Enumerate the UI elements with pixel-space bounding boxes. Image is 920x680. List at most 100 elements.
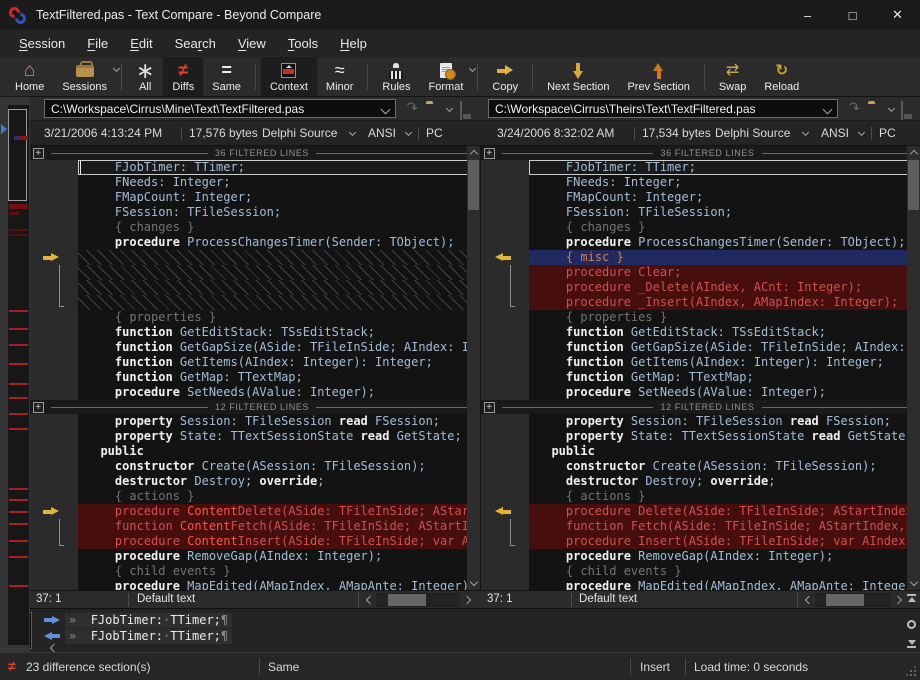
menu-session[interactable]: Session bbox=[8, 32, 76, 55]
context-button[interactable]: Context bbox=[261, 57, 317, 96]
right-vertical-scrollbar[interactable] bbox=[907, 146, 920, 590]
format-button[interactable]: Format bbox=[420, 57, 473, 96]
code-text[interactable]: { changes } bbox=[78, 220, 480, 235]
code-row[interactable]: property State: TTextSessionState read G… bbox=[30, 429, 480, 444]
code-row[interactable]: { misc } bbox=[481, 250, 920, 265]
right-scrollbar-thumb[interactable] bbox=[908, 160, 919, 210]
code-text[interactable] bbox=[78, 295, 480, 310]
scroll-up-button[interactable] bbox=[907, 146, 920, 159]
code-text[interactable]: FMapCount: Integer; bbox=[78, 190, 480, 205]
code-text[interactable]: public bbox=[78, 444, 480, 459]
sessions-button[interactable]: Sessions bbox=[53, 57, 116, 96]
code-row[interactable]: function Fetch(ASide: TFileInSide; AStar… bbox=[481, 519, 920, 534]
scroll-down-button[interactable] bbox=[907, 577, 920, 590]
code-text[interactable]: function GetMap: TTextMap; bbox=[529, 370, 920, 385]
code-text[interactable]: destructor Destroy; override; bbox=[529, 474, 920, 489]
code-text[interactable]: FSession: TFileSession; bbox=[529, 205, 920, 220]
expand-section-button[interactable]: + bbox=[484, 148, 495, 159]
chevron-down-icon[interactable] bbox=[405, 129, 412, 136]
overview-map[interactable] bbox=[8, 105, 29, 645]
code-text[interactable]: procedure MapEdited(AMapIndex, AMapAnte:… bbox=[529, 579, 920, 590]
code-text[interactable]: property State: TTextSessionState read G… bbox=[529, 429, 920, 444]
left-line-ending[interactable]: PC bbox=[426, 126, 443, 140]
chevron-down-icon[interactable] bbox=[469, 65, 476, 72]
right-editor-pane[interactable]: +36 FILTERED LINES FJobTimer: TTimer; FN… bbox=[480, 146, 920, 590]
center-current-button[interactable] bbox=[907, 616, 917, 626]
right-path-combo[interactable]: C:\Workspace\Cirrus\Theirs\Text\TextFilt… bbox=[488, 99, 838, 118]
code-row[interactable]: function GetItems(AIndex: Integer): Inte… bbox=[30, 355, 480, 370]
code-row[interactable]: { child events } bbox=[481, 564, 920, 579]
code-row[interactable]: procedure Clear; bbox=[481, 265, 920, 280]
code-row[interactable]: procedure ContentDelete(ASide: TFileInSi… bbox=[30, 504, 480, 519]
same-button[interactable]: =Same bbox=[203, 57, 250, 96]
right-open-from-other-icon[interactable]: ↷ bbox=[848, 99, 860, 117]
rules-button[interactable]: Rules bbox=[373, 57, 419, 96]
menu-tools[interactable]: Tools bbox=[277, 32, 329, 55]
right-format-select[interactable]: Delphi Source bbox=[715, 126, 790, 140]
code-text[interactable]: function GetEditStack: TSsEditStack; bbox=[529, 325, 920, 340]
section-arrow-left-icon[interactable] bbox=[494, 253, 511, 262]
code-row[interactable]: FNeeds: Integer; bbox=[481, 175, 920, 190]
code-row[interactable]: { actions } bbox=[30, 489, 480, 504]
code-row[interactable]: procedure ProcessChangesTimer(Sender: TO… bbox=[481, 235, 920, 250]
code-text[interactable]: procedure SetNeeds(AValue: Integer); bbox=[529, 385, 920, 400]
right-encoding-select[interactable]: ANSI bbox=[821, 126, 849, 140]
expand-section-button[interactable]: + bbox=[33, 148, 44, 159]
code-text[interactable] bbox=[78, 265, 480, 280]
code-text[interactable]: { actions } bbox=[78, 489, 480, 504]
code-row[interactable]: procedure RemoveGap(AIndex: Integer); bbox=[30, 549, 480, 564]
menu-search[interactable]: Search bbox=[164, 32, 227, 55]
code-text[interactable]: function GetMap: TTextMap; bbox=[78, 370, 480, 385]
code-row[interactable]: FMapCount: Integer; bbox=[30, 190, 480, 205]
code-row[interactable]: FSession: TFileSession; bbox=[481, 205, 920, 220]
scroll-down-button[interactable] bbox=[467, 577, 480, 590]
right-hscroll-right-button[interactable] bbox=[893, 594, 905, 606]
code-row[interactable]: procedure Delete(ASide: TFileInSide; ASt… bbox=[481, 504, 920, 519]
left-editor-pane[interactable]: +36 FILTERED LINES FJobTimer: TTimer; FN… bbox=[30, 146, 480, 590]
chevron-down-icon[interactable] bbox=[113, 65, 120, 72]
copy-button[interactable]: Copy bbox=[483, 57, 527, 96]
right-hscroll-left-button[interactable] bbox=[801, 594, 813, 606]
overview-gutter[interactable] bbox=[0, 97, 30, 652]
code-row[interactable]: procedure MapEdited(AMapIndex, AMapAnte:… bbox=[30, 579, 480, 590]
scroll-up-button[interactable] bbox=[467, 146, 480, 159]
code-text[interactable]: FJobTimer: TTimer; bbox=[78, 160, 480, 175]
code-row[interactable]: procedure SetNeeds(AValue: Integer); bbox=[30, 385, 480, 400]
code-row[interactable]: function GetGapSize(ASide: TFileInSide; … bbox=[30, 340, 480, 355]
code-text[interactable]: function GetEditStack: TSsEditStack; bbox=[78, 325, 480, 340]
expand-section-button[interactable]: + bbox=[484, 402, 495, 413]
left-scrollbar-thumb[interactable] bbox=[468, 160, 479, 210]
code-row[interactable]: procedure SetNeeds(AValue: Integer); bbox=[481, 385, 920, 400]
code-text[interactable]: procedure SetNeeds(AValue: Integer); bbox=[78, 385, 480, 400]
expand-section-button[interactable]: + bbox=[33, 402, 44, 413]
code-row[interactable]: { changes } bbox=[30, 220, 480, 235]
left-path-combo[interactable]: C:\Workspace\Cirrus\Mine\Text\TextFilter… bbox=[44, 99, 396, 118]
code-row[interactable]: destructor Destroy; override; bbox=[481, 474, 920, 489]
code-row[interactable]: { child events } bbox=[30, 564, 480, 579]
menu-file[interactable]: File bbox=[76, 32, 119, 55]
right-save-icon[interactable] bbox=[901, 102, 903, 120]
code-text[interactable]: { misc } bbox=[529, 250, 920, 265]
code-row[interactable]: constructor Create(ASession: TFileSessio… bbox=[481, 459, 920, 474]
code-row[interactable]: function GetMap: TTextMap; bbox=[30, 370, 480, 385]
code-text[interactable]: procedure Clear; bbox=[529, 265, 920, 280]
code-row[interactable]: procedure MapEdited(AMapIndex, AMapAnte:… bbox=[481, 579, 920, 590]
left-folder-chevron-icon[interactable] bbox=[446, 105, 453, 112]
code-row[interactable]: { properties } bbox=[30, 310, 480, 325]
swap-button[interactable]: ⇄Swap bbox=[710, 57, 756, 96]
code-text[interactable]: FNeeds: Integer; bbox=[78, 175, 480, 190]
code-row[interactable]: function GetEditStack: TSsEditStack; bbox=[481, 325, 920, 340]
code-text[interactable]: destructor Destroy; override; bbox=[78, 474, 480, 489]
code-text[interactable]: { properties } bbox=[78, 310, 480, 325]
code-row[interactable]: function GetEditStack: TSsEditStack; bbox=[30, 325, 480, 340]
code-row[interactable]: constructor Create(ASession: TFileSessio… bbox=[30, 459, 480, 474]
code-row[interactable]: procedure Insert(ASide: TFileInSide; var… bbox=[481, 534, 920, 549]
code-text[interactable]: procedure _Delete(AIndex, ACnt: Integer)… bbox=[529, 280, 920, 295]
code-text[interactable]: { child events } bbox=[78, 564, 480, 579]
code-text[interactable]: constructor Create(ASession: TFileSessio… bbox=[529, 459, 920, 474]
chevron-down-icon[interactable] bbox=[349, 129, 356, 136]
maximize-button[interactable]: □ bbox=[830, 0, 875, 30]
code-row[interactable]: function GetItems(AIndex: Integer): Inte… bbox=[481, 355, 920, 370]
code-text[interactable]: procedure _Insert(AIndex, AMapIndex: Int… bbox=[529, 295, 920, 310]
code-row[interactable]: property Session: TFileSession read FSes… bbox=[30, 414, 480, 429]
